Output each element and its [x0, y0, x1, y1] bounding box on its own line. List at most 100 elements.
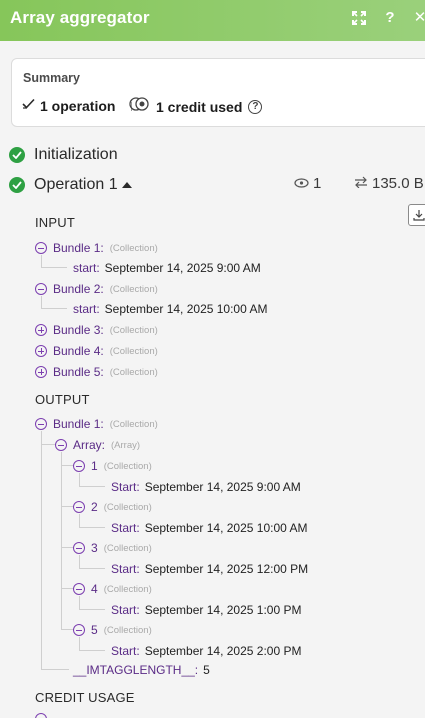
tree-guide [41, 444, 55, 445]
operation-count-meta: 1 [294, 175, 321, 192]
operation-size: 135.0 B [372, 175, 424, 192]
tree-type: (Collection) [109, 345, 158, 357]
collapse-icon[interactable] [35, 242, 47, 254]
tree-guide [41, 431, 42, 670]
tree-value: September 14, 2025 10:00 AM [144, 521, 308, 535]
tree-key: Start: [111, 562, 140, 576]
collapse-icon[interactable] [35, 283, 47, 295]
output-item-start: Start: September 14, 2025 10:00 AM [111, 521, 307, 535]
initialization-row[interactable]: Initialization [9, 146, 118, 164]
tree-type: (Collection) [109, 242, 158, 254]
collapse-icon[interactable] [35, 418, 47, 430]
tree-guide [79, 609, 105, 610]
tree-key: 4 [91, 582, 98, 596]
tree-key: Bundle 2: [53, 282, 104, 296]
tree-type: (Collection) [109, 366, 158, 378]
input-bundle-3[interactable]: Bundle 3: (Collection) [35, 323, 158, 337]
help-icon[interactable]: ? [380, 8, 400, 28]
module-header: Array aggregator ? ✕ [0, 0, 425, 41]
output-array-item[interactable]: 3 (Collection) [73, 541, 152, 555]
tree-guide [79, 637, 80, 650]
tree-value: September 14, 2025 9:00 AM [144, 480, 301, 494]
expand-icon[interactable] [35, 324, 47, 336]
collapse-icon[interactable] [73, 624, 85, 636]
operations-summary: 1 operation [22, 97, 115, 115]
collapse-icon[interactable] [35, 713, 47, 718]
collapse-icon[interactable] [73, 460, 85, 472]
input-bundle-2[interactable]: Bundle 2: (Collection) [35, 282, 158, 296]
tree-key: Bundle 4: [53, 344, 104, 358]
tree-value: 5 [203, 663, 210, 677]
tree-key: Start: [111, 644, 140, 658]
output-array-item[interactable]: 5 (Collection) [73, 623, 152, 637]
tree-type: (Collection) [109, 418, 158, 430]
tree-key: 5 [91, 623, 98, 637]
tree-guide [79, 514, 80, 527]
tree-value: September 14, 2025 1:00 PM [144, 603, 302, 617]
tree-value: September 14, 2025 10:00 AM [104, 302, 268, 316]
output-section-title: OUTPUT [35, 392, 90, 407]
output-length: __IMTAGGLENGTH__: 5 [73, 663, 210, 677]
tree-key: Bundle 5: [53, 365, 104, 379]
output-item-start: Start: September 14, 2025 2:00 PM [111, 644, 301, 658]
expand-icon[interactable] [349, 8, 369, 28]
expand-icon[interactable] [35, 345, 47, 357]
expand-icon[interactable] [35, 366, 47, 378]
credit-usage-section-title: CREDIT USAGE [35, 690, 135, 705]
output-array-item[interactable]: 4 (Collection) [73, 582, 152, 596]
tree-guide [79, 596, 80, 609]
credit-usage-node[interactable] [35, 712, 53, 718]
operation-row[interactable]: Operation 1 [9, 176, 132, 194]
collapse-icon[interactable] [73, 501, 85, 513]
tree-guide [41, 308, 67, 309]
collapse-icon[interactable] [55, 439, 67, 451]
download-icon[interactable] [408, 204, 425, 226]
output-item-start: Start: September 14, 2025 12:00 PM [111, 562, 308, 576]
tree-type: (Collection) [103, 542, 152, 554]
transfer-icon [354, 175, 368, 192]
output-array-item[interactable]: 2 (Collection) [73, 500, 152, 514]
collapse-caret-icon[interactable] [121, 182, 132, 188]
collapse-icon[interactable] [73, 542, 85, 554]
close-icon[interactable]: ✕ [410, 8, 425, 28]
tree-type: (Collection) [103, 460, 152, 472]
output-bundle-1[interactable]: Bundle 1: (Collection) [35, 417, 158, 431]
output-array[interactable]: Array: (Array) [55, 438, 140, 452]
input-bundle-5[interactable]: Bundle 5: (Collection) [35, 365, 158, 379]
tree-value: September 14, 2025 9:00 AM [104, 261, 261, 275]
tree-type: (Collection) [109, 283, 158, 295]
output-item-start: Start: September 14, 2025 1:00 PM [111, 603, 301, 617]
tree-key: Bundle 1: [53, 417, 104, 431]
tree-value: September 14, 2025 2:00 PM [144, 644, 302, 658]
operation-size-meta: 135.0 B [354, 175, 424, 192]
tree-type: (Array) [111, 439, 141, 451]
tree-value: September 14, 2025 12:00 PM [144, 562, 309, 576]
tree-type: (Collection) [103, 501, 152, 513]
tree-type: (Collection) [103, 583, 152, 595]
credits-used: 1 credit used [156, 98, 243, 115]
summary-panel: Summary 1 operation 1 credit used ? [11, 58, 425, 127]
tree-guide [79, 650, 105, 651]
input-bundle-1[interactable]: Bundle 1: (Collection) [35, 241, 158, 255]
credits-summary: 1 credit used ? [129, 97, 263, 116]
tree-key: start: [73, 302, 100, 316]
output-array-item[interactable]: 1 (Collection) [73, 459, 152, 473]
input-bundle-4[interactable]: Bundle 4: (Collection) [35, 344, 158, 358]
success-check-icon [9, 177, 25, 193]
input-bundle-1-start: start: September 14, 2025 9:00 AM [73, 261, 261, 275]
input-bundle-2-start: start: September 14, 2025 10:00 AM [73, 302, 267, 316]
credit-icon [129, 97, 150, 116]
tree-key: Start: [111, 521, 140, 535]
tree-guide [79, 527, 105, 528]
operation-label: Operation 1 [34, 176, 118, 193]
credits-help-icon[interactable]: ? [248, 99, 263, 114]
operations-check-icon [22, 97, 35, 115]
tree-key: 1 [91, 459, 98, 473]
tree-guide [79, 555, 80, 568]
tree-key: Bundle 3: [53, 323, 104, 337]
tree-guide [61, 588, 73, 589]
collapse-icon[interactable] [73, 583, 85, 595]
tree-key: __IMTAGGLENGTH__: [73, 663, 199, 677]
eye-icon [294, 175, 309, 192]
summary-label: Summary [23, 71, 80, 85]
